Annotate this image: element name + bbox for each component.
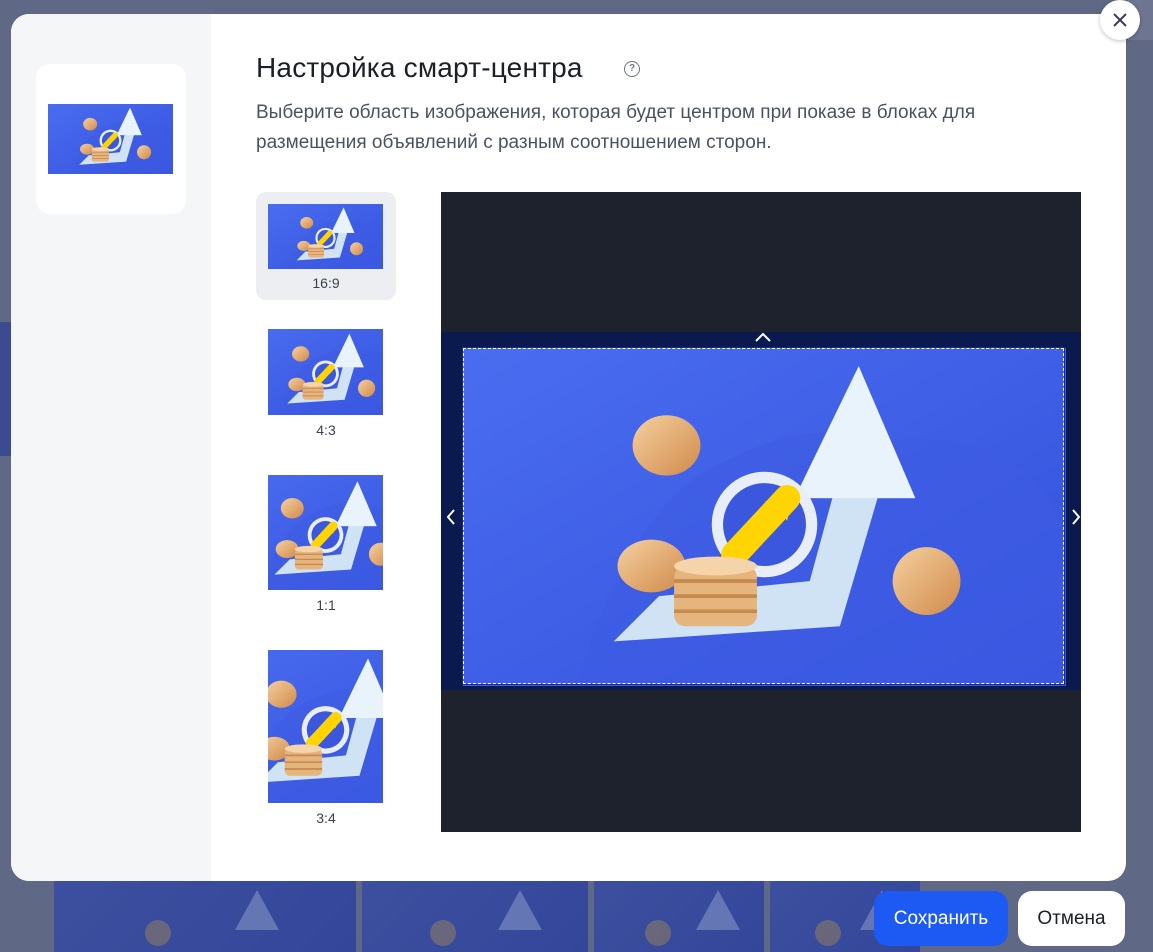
- chevron-up-icon[interactable]: [754, 332, 772, 342]
- dialog-sidebar: [11, 14, 211, 881]
- ratio-option-4-3[interactable]: 4:3: [256, 317, 396, 445]
- smart-center-dialog: Настройка смарт-центра ? Выберите област…: [11, 14, 1126, 881]
- chevron-right-icon[interactable]: [1071, 508, 1081, 526]
- ratio-option-1-1[interactable]: 1:1: [256, 463, 396, 618]
- background-tile: [594, 880, 764, 952]
- ratio-label: 16:9: [312, 275, 340, 291]
- crop-editor[interactable]: [441, 192, 1081, 832]
- close-button[interactable]: [1100, 0, 1140, 40]
- ratio-label: 3:4: [316, 810, 336, 826]
- ratio-label: 4:3: [316, 422, 336, 438]
- ratio-thumbnail: [268, 650, 383, 803]
- save-button[interactable]: Сохранить: [874, 891, 1008, 946]
- source-image-thumbnail: [48, 104, 173, 174]
- ratio-thumbnail: [268, 475, 383, 590]
- background-gallery: [54, 880, 934, 952]
- source-image-card: [36, 64, 186, 214]
- crop-frame[interactable]: [462, 347, 1065, 685]
- ratio-label: 1:1: [316, 597, 336, 613]
- ratio-thumbnail: [268, 204, 383, 269]
- background-tile: [362, 880, 588, 952]
- ratio-option-3-4[interactable]: 3:4: [256, 638, 396, 828]
- background-tile: [54, 880, 356, 952]
- ratio-thumbnail: [268, 329, 383, 415]
- close-icon: [1113, 13, 1127, 27]
- question-circle-icon[interactable]: ?: [624, 61, 640, 77]
- cancel-button[interactable]: Отмена: [1018, 891, 1125, 946]
- dialog-subtitle: Выберите область изображения, которая бу…: [256, 102, 976, 153]
- dialog-title: Настройка смарт-центра: [256, 52, 583, 83]
- ratio-option-16-9[interactable]: 16:9: [256, 192, 396, 300]
- chevron-left-icon[interactable]: [446, 508, 456, 526]
